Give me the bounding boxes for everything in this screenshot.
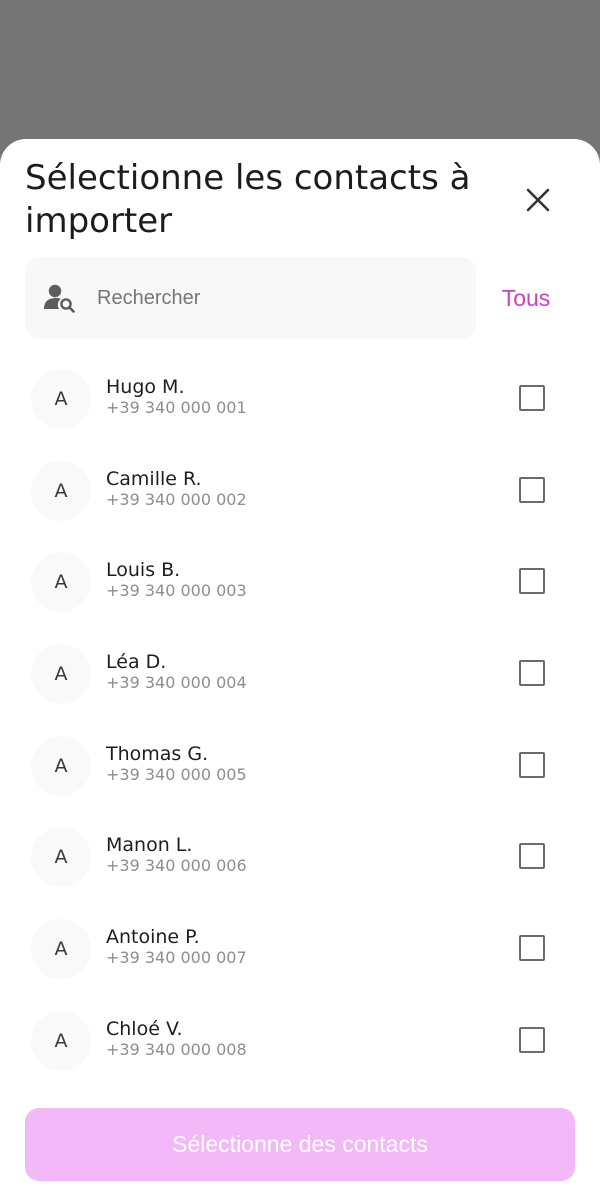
avatar: A <box>31 827 91 888</box>
contact-row[interactable]: A Manon L. +39 340 000 006 <box>0 811 600 903</box>
contact-phone: +39 340 000 002 <box>106 489 247 509</box>
person-search-icon <box>44 284 75 313</box>
contact-row[interactable]: A Camille R. +39 340 000 002 <box>0 445 600 537</box>
contact-name: Hugo M. <box>106 376 185 398</box>
avatar: A <box>31 644 91 705</box>
contact-name: Chloé V. <box>106 1017 183 1040</box>
contact-checkbox[interactable] <box>519 935 545 962</box>
close-button[interactable] <box>518 180 558 220</box>
avatar: A <box>31 1010 91 1071</box>
select-all-button[interactable]: Tous <box>484 280 568 316</box>
contact-row[interactable]: A Léa D. +39 340 000 004 <box>0 628 600 720</box>
bottom-sheet: Sélectionne les contacts à importer Tous… <box>0 139 600 1199</box>
contact-name: Léa D. <box>106 651 167 674</box>
avatar: A <box>31 919 91 980</box>
contact-checkbox[interactable] <box>519 568 545 595</box>
contact-checkbox[interactable] <box>519 476 545 503</box>
close-icon <box>526 188 550 212</box>
contact-row[interactable]: A Thomas G. +39 340 000 005 <box>0 720 600 812</box>
contact-checkbox[interactable] <box>519 385 545 411</box>
contact-row[interactable]: A Hugo M. +39 340 000 001 <box>0 353 600 445</box>
contact-phone: +39 340 000 001 <box>106 398 247 417</box>
contact-name: Louis B. <box>106 559 181 582</box>
contact-name: Thomas G. <box>106 742 209 765</box>
contact-name: Camille R. <box>106 467 202 490</box>
contact-checkbox[interactable] <box>519 1026 545 1053</box>
contact-phone: +39 340 000 006 <box>106 856 247 876</box>
avatar: A <box>31 460 91 521</box>
contact-checkbox[interactable] <box>519 843 545 870</box>
contact-list: A Hugo M. +39 340 000 001 A Camille R. +… <box>0 353 600 1087</box>
contact-row[interactable]: A Antoine P. +39 340 000 007 <box>0 903 600 995</box>
contact-phone: +39 340 000 007 <box>106 948 247 968</box>
contact-phone: +39 340 000 004 <box>106 673 247 693</box>
contact-checkbox[interactable] <box>519 660 545 687</box>
contact-phone: +39 340 000 005 <box>106 764 247 784</box>
contact-name: Manon L. <box>106 834 193 857</box>
contact-phone: +39 340 000 008 <box>106 1039 247 1059</box>
contact-checkbox[interactable] <box>519 751 545 778</box>
search-box[interactable] <box>25 257 476 339</box>
contact-phone: +39 340 000 003 <box>106 581 247 601</box>
avatar: A <box>31 369 91 429</box>
import-contacts-button[interactable]: Sélectionne des contacts <box>25 1108 575 1181</box>
contact-row[interactable]: A Chloé V. +39 340 000 008 <box>0 995 600 1087</box>
contact-row[interactable]: A Louis B. +39 340 000 003 <box>0 536 600 628</box>
avatar: A <box>31 735 91 796</box>
sheet-title: Sélectionne les contacts à importer <box>25 158 471 241</box>
search-input[interactable] <box>97 277 457 319</box>
contact-name: Antoine P. <box>106 926 200 949</box>
avatar: A <box>31 552 91 613</box>
